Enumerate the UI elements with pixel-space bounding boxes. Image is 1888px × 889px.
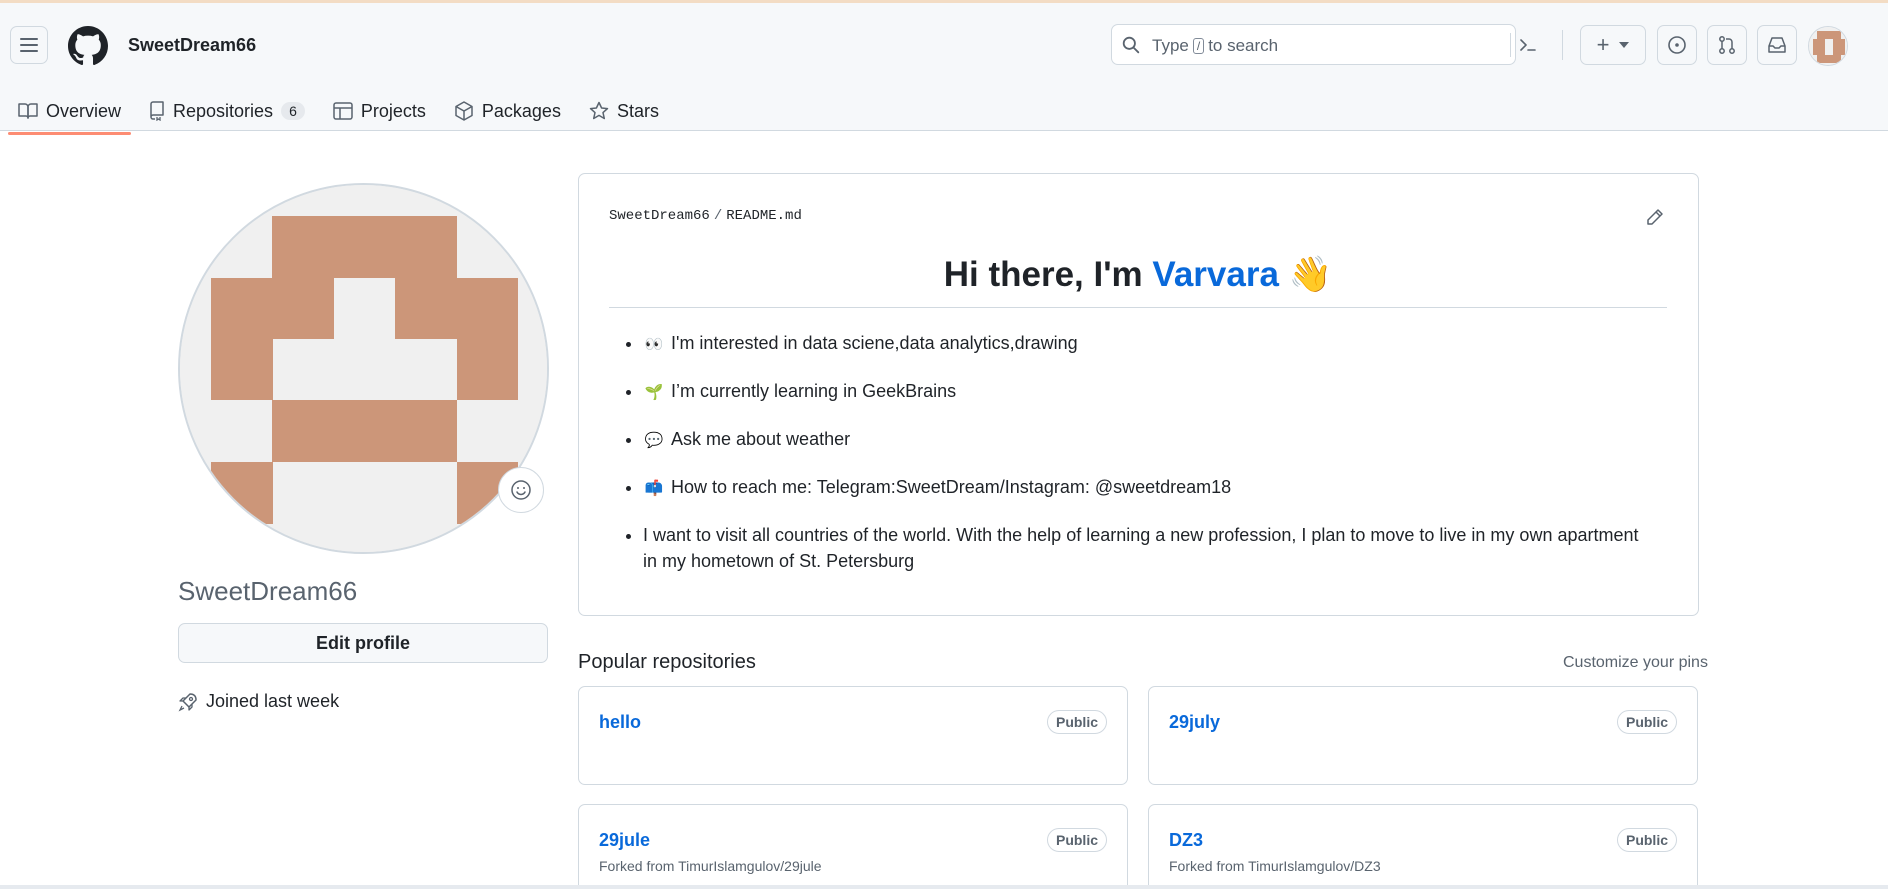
- repo-icon: [150, 101, 164, 121]
- issue-icon: [1668, 36, 1686, 54]
- tab-projects[interactable]: Projects: [323, 91, 436, 131]
- bottom-border: [0, 885, 1888, 889]
- inbox-button[interactable]: [1757, 25, 1797, 65]
- rocket-icon: [178, 692, 197, 711]
- list-item-text: How to reach me: Telegram:SweetDream/Ins…: [671, 477, 1232, 497]
- search-shortcut-key: /: [1192, 38, 1205, 54]
- inbox-icon: [1768, 37, 1786, 53]
- pencil-icon: [1647, 209, 1663, 225]
- repo-name-link[interactable]: hello: [599, 712, 641, 733]
- smiley-icon: [511, 480, 531, 500]
- command-palette-button[interactable]: [1513, 26, 1543, 64]
- eyes-emoji-icon: 👀: [644, 336, 664, 353]
- chevron-down-icon: [1619, 42, 1630, 48]
- joined-info: Joined last week: [178, 691, 339, 712]
- tab-packages[interactable]: Packages: [444, 91, 571, 131]
- tab-stars-label: Stars: [616, 100, 659, 121]
- issues-button[interactable]: [1657, 25, 1697, 65]
- repo-card: 29jule Public Forked from TimurIslamgulo…: [578, 804, 1128, 889]
- search-placeholder: Type / to search: [1152, 36, 1278, 56]
- repo-card: hello Public: [578, 686, 1128, 785]
- readme-file-link[interactable]: README.md: [726, 208, 802, 224]
- visibility-badge: Public: [1616, 710, 1677, 734]
- search-suffix: to search: [1208, 36, 1279, 55]
- tab-projects-label: Projects: [360, 100, 426, 121]
- forked-from-text: Forked from TimurIslamgulov/29jule: [599, 858, 822, 874]
- list-item: 🌱 I’m currently learning in GeekBrains: [643, 378, 1643, 406]
- search-prefix: Type: [1152, 36, 1189, 55]
- readme-heading: Hi there, I'm Varvara 👋: [609, 254, 1667, 308]
- pull-requests-button[interactable]: [1707, 25, 1747, 65]
- profile-tabs: Overview Repositories 6 Projects Package…: [0, 91, 669, 135]
- repo-name-link[interactable]: DZ3: [1169, 830, 1203, 851]
- book-icon: [18, 103, 38, 119]
- repo-name-link[interactable]: 29july: [1169, 712, 1220, 733]
- list-item: I want to visit all countries of the wor…: [643, 522, 1643, 574]
- visibility-badge: Public: [1046, 710, 1107, 734]
- popular-repositories-title: Popular repositories: [578, 651, 756, 673]
- edit-profile-button[interactable]: Edit profile: [178, 623, 548, 663]
- header-separator: [1562, 30, 1563, 60]
- user-avatar-menu[interactable]: [1808, 26, 1848, 66]
- wave-emoji-icon: 👋: [1288, 255, 1333, 294]
- list-item-text: Ask me about weather: [671, 429, 851, 449]
- edit-readme-button[interactable]: [1646, 208, 1664, 231]
- joined-text: Joined last week: [206, 691, 340, 711]
- list-item-text: I'm interested in data sciene,data analy…: [671, 333, 1078, 353]
- header-username[interactable]: SweetDream66: [128, 35, 256, 56]
- search-divider: [1510, 33, 1511, 57]
- list-item-text: I want to visit all countries of the wor…: [643, 525, 1639, 571]
- readme-owner-link[interactable]: SweetDream66: [609, 208, 710, 224]
- readme-path: SweetDream66/README.md: [609, 208, 802, 224]
- list-item: 📫 How to reach me: Telegram:SweetDream/In…: [643, 474, 1643, 502]
- repositories-count-badge: 6: [281, 102, 305, 120]
- list-item: 👀 I'm interested in data sciene,data anal…: [643, 330, 1643, 358]
- tab-overview[interactable]: Overview: [8, 91, 132, 135]
- pull-request-icon: [1719, 36, 1735, 54]
- terminal-icon: [1520, 39, 1536, 51]
- list-item-text: I’m currently learning in GeekBrains: [671, 381, 957, 401]
- tab-packages-label: Packages: [481, 100, 561, 121]
- readme-list: 👀 I'm interested in data sciene,data anal…: [643, 330, 1643, 594]
- set-status-button[interactable]: [498, 467, 544, 513]
- profile-avatar[interactable]: [178, 183, 549, 554]
- readme-card: SweetDream66/README.md Hi there, I'm Var…: [578, 173, 1699, 616]
- list-item: 💬 Ask me about weather: [643, 426, 1643, 454]
- mailbox-emoji-icon: 📫: [644, 480, 664, 497]
- forked-from-text: Forked from TimurIslamgulov/DZ3: [1169, 858, 1381, 874]
- tab-overview-label: Overview: [46, 100, 122, 121]
- tab-repositories-label: Repositories: [173, 100, 274, 121]
- profile-username: SweetDream66: [178, 576, 358, 606]
- plus-icon: +: [1596, 32, 1610, 57]
- seedling-emoji-icon: 🌱: [644, 384, 664, 401]
- search-input[interactable]: Type / to search: [1111, 24, 1516, 65]
- readme-heading-name: Varvara: [1152, 255, 1279, 294]
- table-icon: [333, 102, 353, 120]
- readme-heading-prefix: Hi there, I'm: [943, 255, 1143, 294]
- visibility-badge: Public: [1616, 828, 1677, 852]
- repo-card: 29july Public: [1148, 686, 1698, 785]
- star-icon: [589, 101, 609, 120]
- visibility-badge: Public: [1046, 828, 1107, 852]
- identicon-image: [180, 185, 547, 552]
- customize-pins-link[interactable]: Customize your pins: [1563, 654, 1708, 672]
- avatar: [1809, 27, 1847, 65]
- create-new-button[interactable]: +: [1580, 25, 1646, 65]
- repo-card: DZ3 Public Forked from TimurIslamgulov/D…: [1148, 804, 1698, 889]
- hamburger-menu-button[interactable]: [10, 26, 48, 64]
- speech-bubble-emoji-icon: 💬: [644, 432, 664, 449]
- package-icon: [455, 101, 473, 121]
- tab-stars[interactable]: Stars: [579, 91, 669, 131]
- github-logo-icon[interactable]: [68, 26, 108, 66]
- search-icon: [1122, 36, 1140, 54]
- tab-repositories[interactable]: Repositories 6: [139, 91, 315, 131]
- hamburger-icon: [20, 38, 38, 52]
- repo-name-link[interactable]: 29jule: [599, 830, 650, 851]
- app-header: SweetDream66 Type / to search + Overview…: [0, 3, 1888, 135]
